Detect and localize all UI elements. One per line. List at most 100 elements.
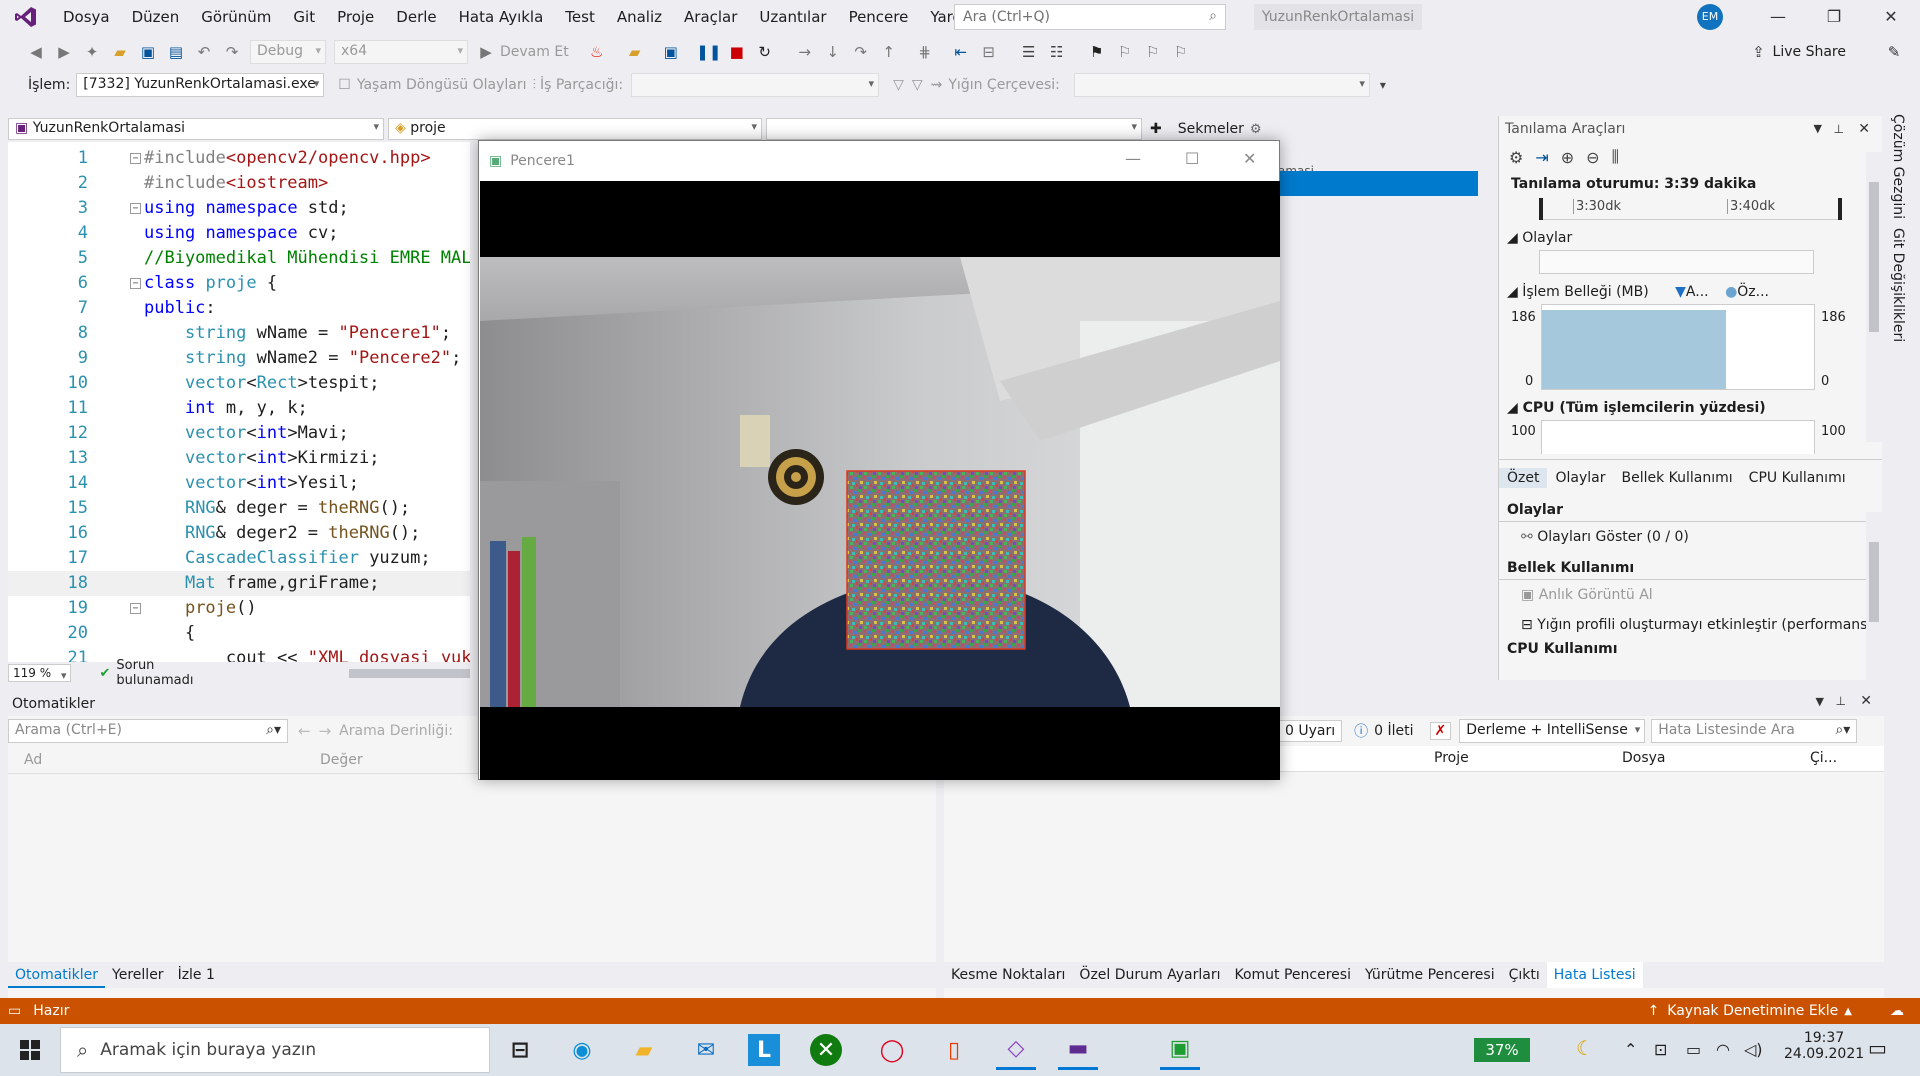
cpu-header[interactable]: ◢ CPU (Tüm işlemcilerin yüzdesi) [1499, 396, 1882, 420]
code-line[interactable]: 1 − #include<opencv2/opencv.hpp> [8, 146, 470, 171]
filter-icon[interactable]: ▽ [893, 77, 904, 93]
code-editor[interactable]: 1− #include<opencv2/opencv.hpp> 2 #include<… [8, 142, 470, 662]
diag-tab-2[interactable]: Bellek Kullanımı [1613, 468, 1740, 488]
col-name[interactable]: Ad [8, 752, 320, 768]
snapshot-button[interactable]: ▣ Anlık Görüntü Al [1499, 580, 1882, 610]
scope-combo[interactable]: ◈ proje [388, 118, 762, 140]
error-tab-4[interactable]: Çıktı [1502, 962, 1547, 988]
autos-tab-0[interactable]: Otomatikler [8, 962, 106, 988]
code-line[interactable]: 8 string wName = "Pencere1"; [8, 321, 470, 346]
fold-toggle-icon[interactable]: − [130, 278, 141, 289]
xbox-icon[interactable]: ✕ [810, 1034, 842, 1066]
error-tab-2[interactable]: Komut Penceresi [1227, 962, 1357, 988]
taskbar-search-input[interactable]: ⌕ Aramak için buraya yazın [60, 1027, 490, 1073]
folder-icon[interactable]: ▰ [623, 40, 647, 64]
save-icon[interactable]: ▣ [136, 40, 160, 64]
fold-toggle-icon[interactable]: − [130, 153, 141, 164]
code-line[interactable]: 12 vector<int>Mavi; [8, 421, 470, 446]
opera-icon[interactable]: ◯ [872, 1030, 912, 1070]
menu-item-2[interactable]: Görünüm [190, 0, 282, 34]
code-line[interactable]: 6 − class proje { [8, 271, 470, 296]
col-file[interactable]: Dosya [1622, 750, 1666, 766]
code-line[interactable]: 21 cout << "XML dosyasi yukleniyor" [8, 646, 470, 662]
bookmark-icon[interactable]: ⚑ [1085, 40, 1109, 64]
opencv-window[interactable]: ▣ Pencere1 — ☐ ✕ [478, 140, 1280, 780]
bookmark-clear-icon[interactable]: ⚐ [1169, 40, 1193, 64]
clock[interactable]: 19:37 24.09.2021 [1784, 1030, 1864, 1062]
hex-icon[interactable]: ⋕ [913, 40, 937, 64]
code-line[interactable]: 14 vector<int>Yesil; [8, 471, 470, 496]
hot-reload-icon[interactable]: ♨ [585, 40, 609, 64]
settings-icon[interactable]: ⚙ [1509, 148, 1523, 167]
screenshot-icon[interactable]: ▣ [659, 40, 683, 64]
uncomment-icon[interactable]: ☷ [1045, 40, 1069, 64]
error-search-input[interactable]: Hata Listesinde Ara ⌕▾ [1651, 719, 1858, 743]
opencv-window-task-icon[interactable]: ▣ [1160, 1030, 1200, 1070]
fold-toggle-icon[interactable]: − [130, 603, 141, 614]
step-over-icon[interactable]: ↷ [849, 40, 873, 64]
comment-icon[interactable]: ☰ [1017, 40, 1041, 64]
events-header[interactable]: ◢ Olaylar [1499, 226, 1882, 250]
diag-scrollbar-top[interactable] [1866, 152, 1882, 442]
issues-status[interactable]: Sorun bulunamadı [116, 658, 219, 688]
live-share-button[interactable]: Live Share [1773, 44, 1846, 60]
undo-icon[interactable]: ↶ [192, 40, 216, 64]
zoom-out-icon[interactable]: ⊖ [1586, 148, 1599, 167]
menu-item-6[interactable]: Hata Ayıkla [448, 0, 555, 34]
code-line[interactable]: 19 − proje() [8, 596, 470, 621]
tabs-settings-icon[interactable]: ⚙ [1250, 122, 1262, 137]
platform-combo[interactable]: x64 [334, 40, 468, 64]
visual-studio-task-icon[interactable]: ◇ [996, 1030, 1036, 1070]
warnings-filter[interactable]: 0 Uyarı [1278, 720, 1343, 742]
pin-icon[interactable]: ⊥ [1834, 116, 1844, 142]
diag-tab-3[interactable]: CPU Kullanımı [1741, 468, 1854, 488]
task-view-icon[interactable]: ⊟ [500, 1030, 540, 1070]
code-line[interactable]: 13 vector<int>Kirmizi; [8, 446, 470, 471]
messages-filter[interactable]: 0 İleti [1374, 723, 1413, 739]
file-explorer-icon[interactable]: ▰ [624, 1030, 664, 1070]
step-icon[interactable]: → [793, 40, 817, 64]
menu-item-11[interactable]: Pencere [838, 0, 920, 34]
global-search-input[interactable]: Ara (Ctrl+Q) ⌕ [954, 4, 1226, 30]
new-project-icon[interactable]: ✦ [80, 40, 104, 64]
avatar[interactable]: EM [1697, 4, 1723, 30]
code-line[interactable]: 4 using namespace cv; [8, 221, 470, 246]
open-folder-icon[interactable]: ▰ [108, 40, 132, 64]
breakpoint-window-icon[interactable]: ⊟ [977, 40, 1001, 64]
night-light-icon[interactable]: ☾ [1576, 1036, 1594, 1060]
opencv-titlebar[interactable]: ▣ Pencere1 — ☐ ✕ [479, 141, 1279, 181]
add-source-control[interactable]: Kaynak Denetimine Ekle [1667, 1003, 1838, 1019]
error-tab-1[interactable]: Özel Durum Ayarları [1072, 962, 1227, 988]
timeline-end-handle[interactable] [1838, 198, 1842, 220]
continue-icon[interactable]: ▶ [474, 40, 498, 64]
member-combo[interactable] [766, 118, 1142, 140]
timeline-ruler[interactable]: 3:30dk 3:40dk [1539, 196, 1842, 220]
bookmark-prev-icon[interactable]: ⚐ [1113, 40, 1137, 64]
popup-maximize-button[interactable]: ☐ [1185, 149, 1199, 168]
code-line[interactable]: 9 string wName2 = "Pencere2"; [8, 346, 470, 371]
fold-toggle-icon[interactable]: − [130, 203, 141, 214]
action-center-icon[interactable]: ▭ [1868, 1036, 1887, 1060]
back-icon[interactable]: ◀ [24, 40, 48, 64]
maximize-button[interactable]: ❐ [1809, 0, 1859, 34]
diag-tab-0[interactable]: Özet [1499, 468, 1548, 488]
stop-icon[interactable]: ■ [725, 40, 749, 64]
code-line[interactable]: 15 RNG& deger = theRNG(); [8, 496, 470, 521]
memory-header[interactable]: ◢ İşlem Belleği (MB) ▼A... ●Öz... [1499, 280, 1882, 304]
restart-icon[interactable]: ↻ [753, 40, 777, 64]
lifecycle-events-button[interactable]: Yaşam Döngüsü Olayları [357, 77, 527, 93]
menu-item-4[interactable]: Proje [326, 0, 385, 34]
flag-filter-icon[interactable]: ▽ [912, 77, 923, 93]
continue-button[interactable]: Devam Et [500, 44, 569, 60]
autos-tab-2[interactable]: İzle 1 [171, 962, 222, 988]
panel-close-icon[interactable]: ✕ [1858, 116, 1870, 142]
close-button[interactable]: ✕ [1866, 0, 1916, 34]
panel-close-icon[interactable]: ✕ [1860, 693, 1872, 709]
menu-item-1[interactable]: Düzen [121, 0, 191, 34]
build-scope-combo[interactable]: Derleme + IntelliSense [1459, 719, 1646, 743]
bookmark-next-icon[interactable]: ⚐ [1141, 40, 1165, 64]
config-combo[interactable]: Debug [250, 40, 326, 64]
autos-search-input[interactable]: Arama (Ctrl+E) ⌕▾ [8, 719, 288, 743]
thread-combo[interactable] [631, 73, 880, 97]
code-line[interactable]: 17 CascadeClassifier yuzum; [8, 546, 470, 571]
